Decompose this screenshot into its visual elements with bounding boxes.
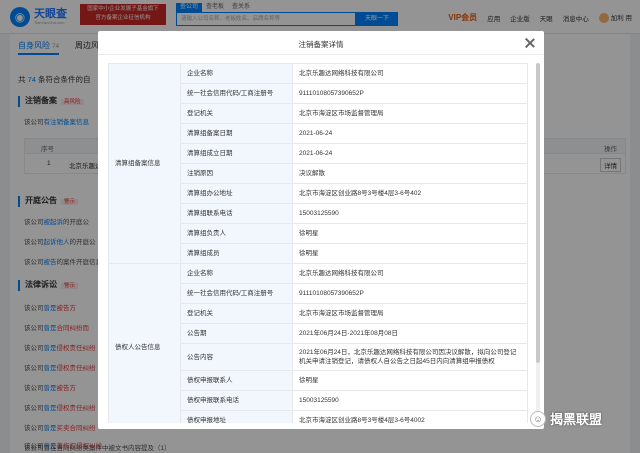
row-value: 北京市海淀区市场监督管理局	[292, 103, 528, 124]
row-label: 债权申报联系人	[180, 370, 293, 391]
row-value: 北京乐趣达网络科技有限公司	[292, 63, 528, 84]
wechat-icon: ☺	[530, 410, 546, 427]
row-label: 清算组负责人	[180, 223, 293, 244]
row-value: 2021-06-24	[292, 123, 528, 144]
row-value: 北京市海淀区创业路8号3号楼4层3-6号402	[292, 183, 528, 204]
row-label: 企业名称	[180, 263, 293, 284]
row-value: 2021年06月24日，北京乐趣达网络科技有限公司因决议解散，拟向公司登记机关申…	[292, 343, 528, 371]
row-label: 登记机关	[180, 103, 293, 124]
row-value: 2021年06月24日-2021年08月08日	[292, 323, 528, 344]
row-label: 清算组备案日期	[180, 123, 293, 144]
scrollbar-thumb[interactable]	[536, 63, 540, 363]
cancel-record-detail-modal: 注销备案详情 清算组备案信息 企业名称 北京乐趣达网络科技有限公司 统一社会信用…	[98, 31, 544, 429]
detail-row: 清算组备案信息 企业名称 北京乐趣达网络科技有限公司	[108, 63, 528, 264]
row-value: 2021-06-24	[292, 143, 528, 164]
row-label: 债权申报地址	[180, 410, 293, 423]
row-value: 91110108057390652P	[292, 283, 528, 304]
close-icon[interactable]	[524, 37, 536, 49]
row-value: 15003125590	[292, 390, 528, 411]
detail-row: 债权人公告信息 企业名称 北京乐趣达网络科技有限公司	[108, 263, 528, 423]
row-label: 注销原因	[180, 163, 293, 184]
detail-table: 清算组备案信息 企业名称 北京乐趣达网络科技有限公司 统一社会信用代码/工商注册…	[108, 63, 528, 423]
row-value: 15003125590	[292, 203, 528, 224]
modal-body: 清算组备案信息 企业名称 北京乐趣达网络科技有限公司 统一社会信用代码/工商注册…	[108, 63, 528, 423]
row-value: 徐明星	[292, 243, 528, 264]
row-value: 91110108057390652P	[292, 83, 528, 104]
row-value: 北京市海淀区市场监督管理局	[292, 303, 528, 324]
modal-scrollbar[interactable]	[536, 63, 540, 423]
row-label: 企业名称	[180, 63, 293, 84]
row-label: 公告期	[180, 323, 293, 344]
watermark-text: 揭黑联盟	[550, 412, 603, 427]
row-value: 北京乐趣达网络科技有限公司	[292, 263, 528, 284]
row-value: 决议解散	[292, 163, 528, 184]
row-label: 债权申报联系电话	[180, 390, 293, 411]
row-label: 清算组成员	[180, 243, 293, 264]
row-label: 公告内容	[180, 343, 293, 371]
group-cell-liquidation: 清算组备案信息	[108, 63, 181, 264]
row-label: 统一社会信用代码/工商注册号	[180, 283, 293, 304]
row-label: 清算组联系电话	[180, 203, 293, 224]
row-label: 清算组成立日期	[180, 143, 293, 164]
group-cell-creditor-notice: 债权人公告信息	[108, 263, 181, 423]
modal-header: 注销备案详情	[98, 31, 544, 55]
row-value: 徐明星	[292, 370, 528, 391]
row-label: 清算组办公地址	[180, 183, 293, 204]
row-label: 统一社会信用代码/工商注册号	[180, 83, 293, 104]
row-value: 徐明星	[292, 223, 528, 244]
watermark: ☺ 揭黑联盟	[530, 409, 602, 428]
row-value: 北京市海淀区创业路8号3号楼4层3-6号4002	[292, 410, 528, 423]
row-label: 登记机关	[180, 303, 293, 324]
modal-title: 注销备案详情	[298, 40, 344, 49]
